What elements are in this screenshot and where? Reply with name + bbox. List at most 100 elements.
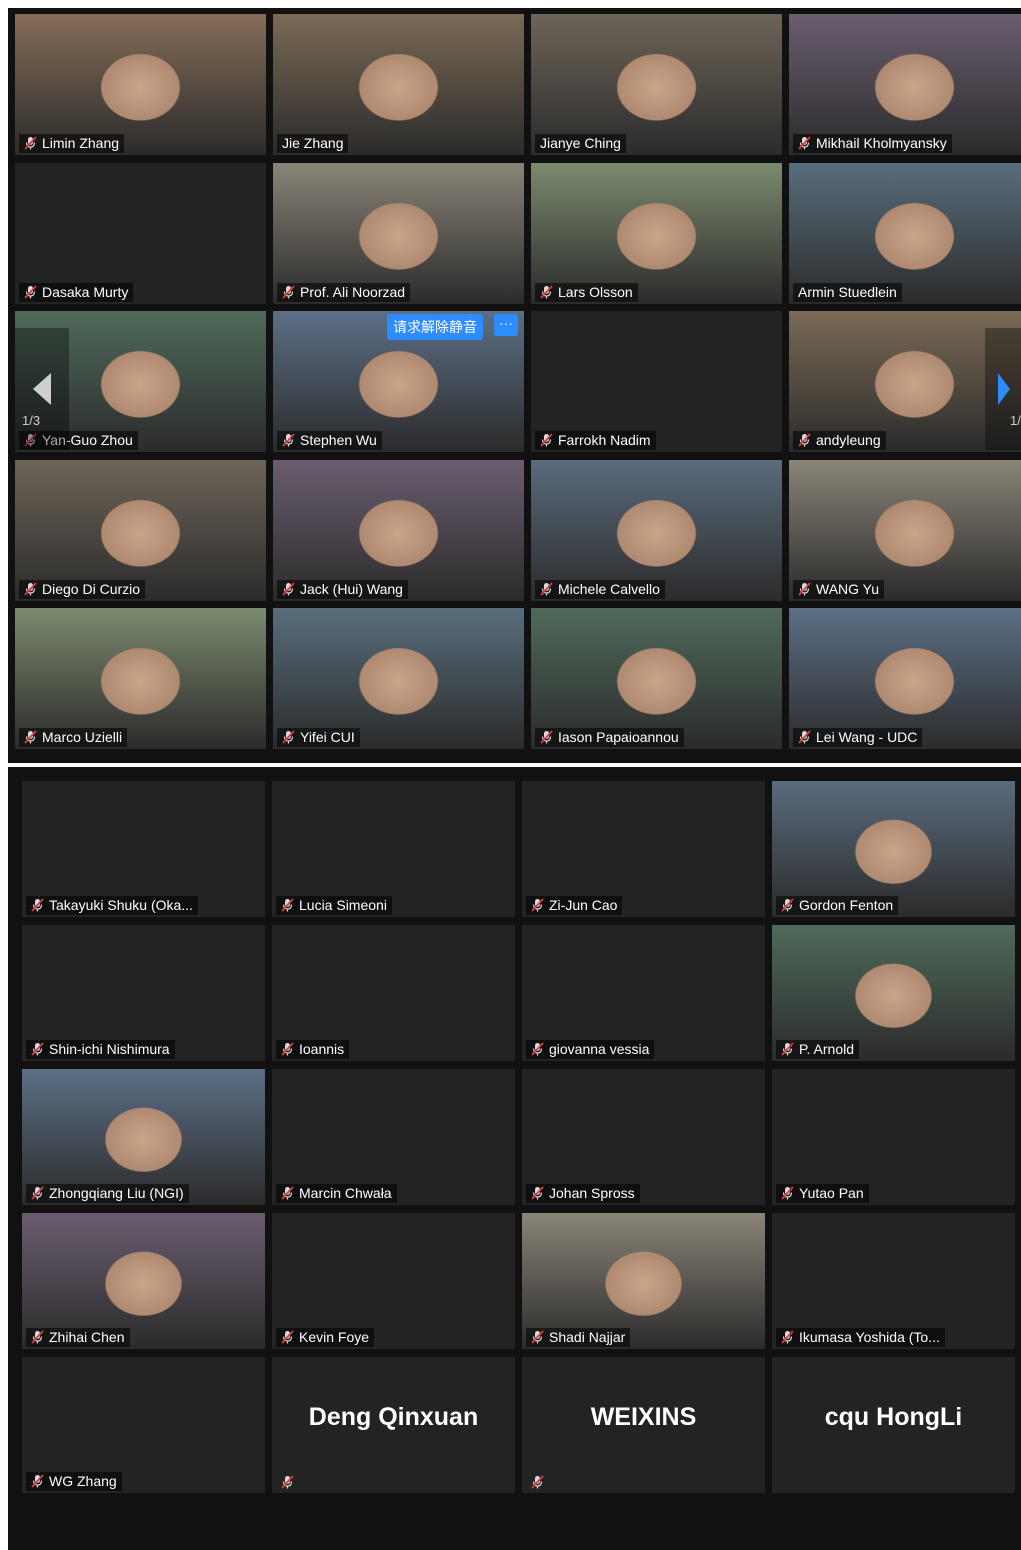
participant-tile[interactable]: Marcin Chwała [272,1069,515,1205]
muted-mic-icon [31,1042,44,1056]
participant-name-tag: Marco Uzielli [19,728,128,747]
muted-mic-icon [31,1330,44,1344]
participant-name: Limin Zhang [42,135,120,151]
participant-name: Jack (Hui) Wang [300,580,403,597]
participant-name: Ikumasa Yoshida (To... [799,1329,940,1345]
muted-mic-icon [531,1042,544,1056]
participant-tile[interactable]: Ioannis [272,925,515,1061]
muted-mic-icon [531,898,544,912]
participant-name: Stephen Wu [300,432,377,448]
participant-name: P. Arnold [799,1041,855,1057]
participant-name-tag: andyleung [793,431,886,450]
participant-tile[interactable]: Shin-ichi Nishimura [22,925,265,1061]
participant-tile[interactable]: Dasaka Murty [15,162,266,304]
muted-mic-icon [798,581,811,596]
participant-tile[interactable]: Armin Stuedlein [789,162,1021,304]
participant-name: Dasaka Murty [42,283,129,300]
participant-name-tag: Shadi Najjar [526,1328,631,1347]
participant-name-tag: Dasaka Murty [19,282,134,302]
muted-mic-icon [781,1330,794,1344]
request-unmute-button[interactable]: 请求解除静音 [387,314,483,340]
participant-name-tag: Ioannis [276,1040,350,1059]
participant-tile[interactable]: Jack (Hui) Wang [273,459,524,601]
participant-tile[interactable]: Zhihai Chen [22,1213,265,1349]
participant-tile[interactable]: Farrokh Nadim [531,311,782,452]
participant-name-tag: WANG Yu [793,579,885,599]
participant-tile[interactable]: Lei Wang - UDC [789,608,1021,749]
participant-tile[interactable]: cqu HongLi [772,1357,1015,1493]
participant-tile[interactable]: Michele Calvello [531,459,782,601]
participant-tile[interactable]: Diego Di Curzio [15,459,266,601]
participant-tile[interactable]: Mikhail Kholmyansky [789,14,1021,155]
next-page-button[interactable] [985,328,1021,450]
participant-tile[interactable]: Limin Zhang [15,14,266,155]
participant-name-tag: Takayuki Shuku (Oka... [26,896,198,915]
muted-mic-icon [540,581,553,596]
participant-name: Zhongqiang Liu (NGI) [49,1185,184,1201]
participant-tile[interactable]: Kevin Foye [272,1213,515,1349]
participant-name-tag: Shin-ichi Nishimura [26,1040,175,1059]
participant-tile[interactable]: Shadi Najjar [522,1213,765,1349]
participant-name: Lars Olsson [558,283,633,300]
participant-tile[interactable]: Marco Uzielli [15,608,266,749]
participant-tile[interactable]: WG Zhang [22,1357,265,1493]
participant-tile[interactable]: Jie Zhang [273,14,524,155]
participant-display-name: WEIXINS [590,1403,697,1431]
participant-name: Prof. Ali Noorzad [300,283,406,300]
participant-tile[interactable]: Lucia Simeoni [272,781,515,917]
participant-tile[interactable]: giovanna vessia [522,925,765,1061]
participant-display-name: cqu HongLi [824,1403,963,1431]
participant-name: Takayuki Shuku (Oka... [49,897,193,913]
participant-name-tag [526,1474,554,1491]
more-options-button[interactable]: ··· [494,314,518,336]
participant-name-tag: Jie Zhang [277,134,349,153]
muted-mic-icon [281,1042,294,1056]
participant-tile[interactable]: Jianye Ching [531,14,782,155]
participant-tile[interactable]: Zhongqiang Liu (NGI) [22,1069,265,1205]
participant-tile[interactable]: WANG Yu [789,459,1021,601]
participant-name: Lucia Simeoni [299,897,387,913]
participant-name: Gordon Fenton [799,897,894,913]
participant-name-tag: Iason Papaioannou [535,728,684,747]
participant-name-tag: Farrokh Nadim [535,431,656,450]
participant-name: Marco Uzielli [42,729,123,745]
participant-name: Marcin Chwała [299,1185,392,1201]
participant-name: Shadi Najjar [549,1329,626,1345]
participant-name: Ioannis [299,1041,345,1057]
muted-mic-icon [531,1186,544,1200]
participant-name: Jianye Ching [540,135,621,151]
participant-name-tag: giovanna vessia [526,1040,655,1059]
participant-name-tag: Armin Stuedlein [793,282,902,302]
participant-tile[interactable]: Zi-Jun Cao [522,781,765,917]
participant-tile[interactable]: Deng Qinxuan [272,1357,515,1493]
participant-name: Zhihai Chen [49,1329,125,1345]
participant-tile[interactable]: Prof. Ali Noorzad [273,162,524,304]
previous-page-button[interactable] [15,328,69,450]
participant-tile[interactable]: WEIXINS [522,1357,765,1493]
participant-name-tag: Kevin Foye [276,1328,375,1347]
participant-name-tag: Diego Di Curzio [19,579,146,599]
participant-name-tag: Zhihai Chen [26,1328,130,1347]
participant-tile[interactable]: Lars Olsson [531,162,782,304]
muted-mic-icon [282,581,295,596]
participant-tile[interactable]: Iason Papaioannou [531,608,782,749]
participant-tile[interactable]: P. Arnold [772,925,1015,1061]
participant-name-tag: Marcin Chwała [276,1184,397,1203]
participant-tile[interactable]: Yutao Pan [772,1069,1015,1205]
participant-tile[interactable]: Johan Spross [522,1069,765,1205]
participant-name: Diego Di Curzio [42,580,141,597]
participant-name: Farrokh Nadim [558,432,651,448]
muted-mic-icon [31,898,44,912]
participant-tile[interactable]: Yifei CUI [273,608,524,749]
participant-tile[interactable]: Gordon Fenton [772,781,1015,917]
participant-name: Zi-Jun Cao [549,897,618,913]
participant-name-tag: Prof. Ali Noorzad [277,282,411,302]
participant-name: Yutao Pan [799,1185,864,1201]
participant-tile[interactable]: Ikumasa Yoshida (To... [772,1213,1015,1349]
muted-mic-icon [281,898,294,912]
participant-name-tag: Jianye Ching [535,134,626,153]
muted-mic-icon [781,898,794,912]
participant-name: andyleung [816,432,881,448]
participant-name: Jie Zhang [282,135,344,151]
participant-tile[interactable]: Takayuki Shuku (Oka... [22,781,265,917]
